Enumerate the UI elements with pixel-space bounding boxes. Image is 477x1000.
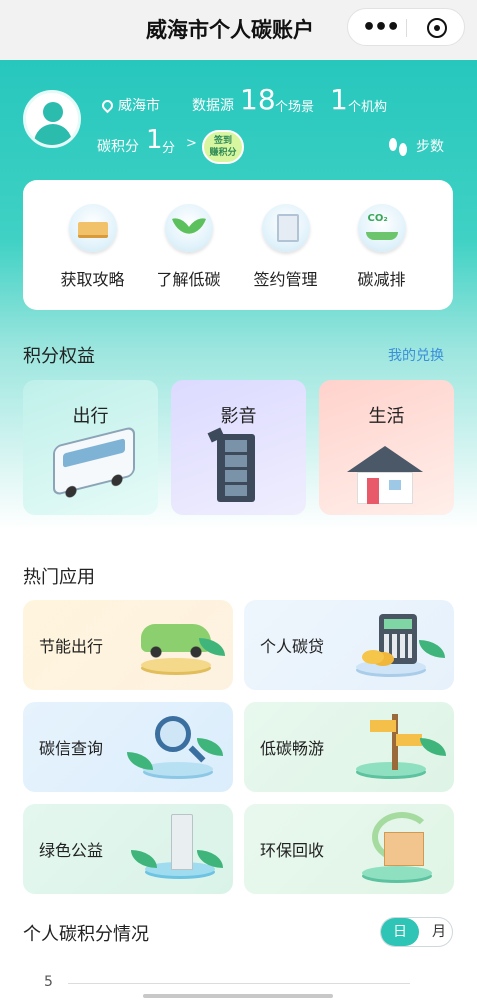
steps-link[interactable]: 步数: [388, 136, 444, 156]
close-circle-icon[interactable]: [427, 18, 447, 38]
pedestal: [143, 762, 213, 776]
steps-label: 步数: [416, 139, 444, 155]
signpost-icon: [370, 714, 422, 770]
points-unit: 分: [162, 141, 176, 156]
capsule-divider: [406, 19, 407, 37]
mini-program-capsule: •••: [347, 8, 465, 46]
quick-action-contract[interactable]: 签约管理: [238, 204, 333, 290]
benefit-label: 出行: [72, 406, 109, 427]
magnifier-icon: [155, 716, 191, 752]
more-dots-icon[interactable]: •••: [362, 15, 400, 40]
carbon-score-title: 个人碳积分情况: [23, 924, 149, 945]
quick-action-label: 碳减排: [357, 270, 406, 289]
points-label: 碳积分: [97, 139, 139, 155]
scene-count: 18: [240, 83, 276, 116]
chart-gridline: [68, 983, 410, 984]
bus-icon: [53, 425, 135, 497]
app-eco-recycling[interactable]: 环保回收: [244, 804, 454, 894]
film-icon: [217, 434, 255, 502]
datasource-label: 数据源: [192, 98, 234, 114]
scene-unit: 个场景: [275, 100, 315, 115]
app-carbon-credit-query[interactable]: 碳信查询: [23, 702, 233, 792]
title-bar: 威海市个人碳账户 •••: [0, 0, 477, 60]
app-label: 绿色公益: [39, 841, 104, 860]
footprints-icon: [388, 138, 410, 156]
app-green-charity[interactable]: 绿色公益: [23, 804, 233, 894]
app-label: 节能出行: [39, 637, 104, 656]
chart-y-tick: 5: [44, 974, 53, 990]
day-month-toggle: 日 月: [380, 917, 453, 947]
quick-action-label: 获取攻略: [60, 270, 125, 289]
coins-icon: [362, 650, 384, 664]
stele-icon: [171, 814, 193, 870]
app-label: 个人碳贷: [260, 637, 325, 656]
avatar-body: [34, 124, 72, 145]
quick-action-learn[interactable]: 了解低碳: [141, 204, 236, 290]
org-count: 1: [330, 83, 348, 116]
org-unit: 个机构: [348, 100, 388, 115]
benefit-media[interactable]: 影音: [171, 380, 306, 515]
toggle-month[interactable]: 月: [427, 918, 451, 946]
app-label: 碳信查询: [39, 739, 104, 758]
pedestal: [141, 658, 211, 672]
co2-leaf-icon: [357, 204, 406, 252]
my-exchange-link[interactable]: 我的兑换: [388, 345, 444, 365]
avatar-head: [43, 102, 63, 122]
checkin-earn-badge[interactable]: 签到 赚积分: [202, 130, 244, 164]
location-pin-icon: [99, 97, 116, 114]
recycle-box-icon: [384, 832, 424, 866]
benefit-label: 生活: [368, 406, 405, 427]
quick-action-label: 签约管理: [253, 270, 318, 289]
pedestal: [356, 762, 426, 776]
leaf-icon: [420, 738, 446, 756]
city-name: 威海市: [118, 98, 160, 114]
sprout-icon: [164, 204, 213, 252]
book-icon: [68, 204, 117, 252]
benefit-label: 影音: [220, 406, 257, 427]
quick-actions-card: 获取攻略 了解低碳 签约管理 碳减排: [23, 180, 453, 310]
benefit-travel[interactable]: 出行: [23, 380, 158, 515]
quick-action-label: 了解低碳: [156, 270, 221, 289]
app-label: 环保回收: [260, 841, 325, 860]
calculator-icon: [379, 614, 417, 664]
points-chevron-icon[interactable]: >: [186, 136, 197, 151]
app-low-carbon-tour[interactable]: 低碳畅游: [244, 702, 454, 792]
app-personal-carbon-loan[interactable]: 个人碳贷: [244, 600, 454, 690]
leaf-icon: [419, 640, 445, 658]
avatar[interactable]: [23, 90, 81, 148]
document-gear-icon: [261, 204, 310, 252]
app-label: 低碳畅游: [260, 739, 325, 758]
benefit-life[interactable]: 生活: [319, 380, 454, 515]
hot-apps-title: 热门应用: [23, 567, 95, 588]
points-value: 1: [146, 125, 163, 155]
earn-badge-text: 签到 赚积分: [209, 136, 237, 158]
pedestal: [362, 866, 432, 880]
toggle-day[interactable]: 日: [381, 918, 419, 946]
quick-action-guide[interactable]: 获取攻略: [45, 204, 140, 290]
app-title: 威海市个人碳账户: [146, 18, 314, 42]
app-energy-saving-travel[interactable]: 节能出行: [23, 600, 233, 690]
city-location[interactable]: 威海市: [99, 95, 160, 115]
benefits-title: 积分权益: [23, 346, 95, 367]
leaf-icon: [131, 850, 157, 868]
leaf-icon: [127, 752, 153, 770]
quick-action-reduction[interactable]: 碳减排: [334, 204, 429, 290]
house-icon: [347, 446, 423, 504]
home-indicator[interactable]: [143, 994, 333, 998]
